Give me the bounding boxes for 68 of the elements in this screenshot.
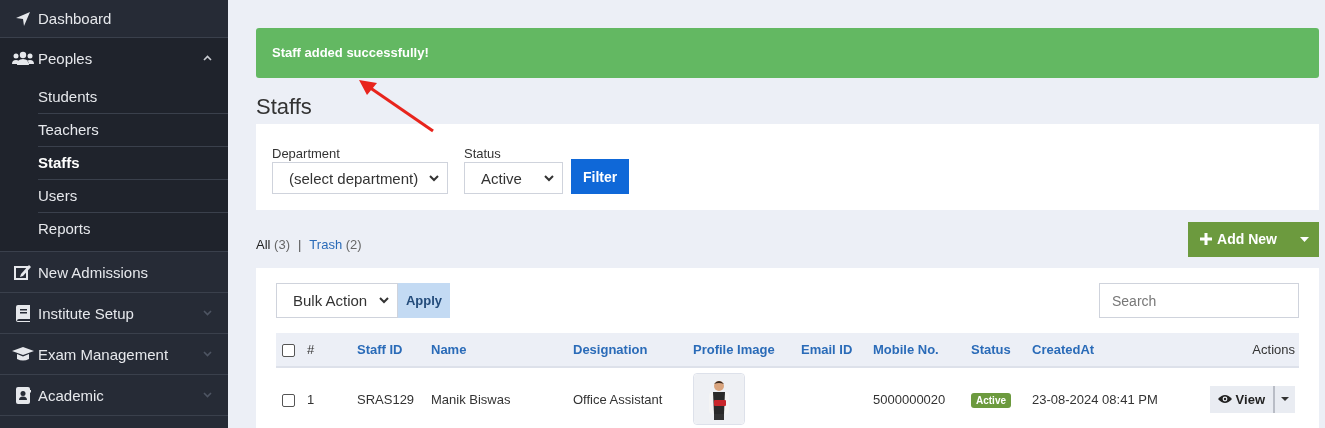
table-cell-text: 1 [306,391,316,407]
table-cell-text: 23-08-2024 08:41 PM [1031,391,1159,407]
page-title: Staffs [256,93,312,121]
checkbox[interactable] [282,393,295,407]
status-badge: Active [971,392,1011,408]
nav-item[interactable]: Exam Management [0,334,228,375]
caret-icon [1281,397,1289,401]
column-header[interactable]: Email ID [795,342,867,357]
table-cell-text: Manik Biswas [430,391,512,407]
table-cell-text: SRAS129 [356,391,416,407]
contact-card-icon [15,386,31,404]
nav-label: Dashboard [38,10,113,27]
edit-icon [14,264,32,280]
nav-label: Academic [38,386,105,404]
column-header[interactable]: Name [425,342,567,357]
column-header[interactable]: Mobile No. [867,342,965,357]
dropdown-toggle[interactable] [1289,221,1319,257]
nav-subitem[interactable]: Students [38,81,228,114]
chevron-down-icon [203,351,212,357]
chevron-up-icon [203,55,212,61]
bulk-action-select[interactable]: Bulk Action [276,283,398,318]
field-label: Department [272,146,341,161]
chevron-down-icon [203,392,212,398]
table-cell-text: 5000000020 [872,391,947,407]
checkbox[interactable] [282,344,295,358]
nav-item[interactable]: New Admissions [0,252,228,293]
view-button[interactable]: View [1209,385,1275,413]
nav-label: Peoples [38,49,94,67]
nav-item[interactable]: Institute Setup [0,293,228,334]
column-header: # [306,342,316,357]
caret-icon [1299,236,1309,242]
separator: | [297,236,302,252]
column-header[interactable]: Profile Image [687,342,795,357]
column-header[interactable]: CreatedAt [1026,342,1199,357]
column-header[interactable]: Status [965,342,1026,357]
graduation-cap-icon [12,347,34,361]
column-header[interactable]: Designation [567,342,687,357]
view-link[interactable]: All (3) [256,236,290,252]
navigation-arrow-icon [15,10,31,27]
filter-button[interactable]: Filter [571,159,630,194]
nav-subitem[interactable]: Users [38,180,228,213]
users-icon [12,51,34,65]
book-icon [16,304,30,322]
table-cell-text: Office Assistant [572,391,664,407]
column-header: Actions [1251,342,1296,357]
field-label: Status [464,146,502,161]
nav-subitem[interactable]: Reports [38,213,228,245]
caret-icon [379,297,389,304]
apply-button[interactable]: Apply [398,283,450,318]
select-field[interactable]: Active [464,162,563,194]
select-field[interactable]: (select department) [272,162,448,194]
success-alert: Staff added successfully! [256,28,1319,78]
eye-icon [1217,394,1232,404]
plus-icon [1200,233,1213,245]
chevron-down-icon [203,310,212,316]
dropdown-toggle[interactable] [1275,385,1295,413]
view-link[interactable]: Trash (2) [309,236,362,252]
nav-label: Exam Management [38,345,170,363]
nav-label: Institute Setup [38,304,135,322]
nav-item[interactable]: Academic [0,375,228,416]
nav-item[interactable]: Peoples [0,38,228,78]
caret-icon [429,174,439,182]
caret-icon [544,174,554,182]
search-field[interactable]: Search [1099,283,1299,318]
nav-subitem[interactable]: Staffs [38,147,228,180]
column-header[interactable]: Staff ID [351,342,425,357]
nav-label: New Admissions [38,263,150,281]
nav-subitem[interactable]: Teachers [38,114,228,147]
